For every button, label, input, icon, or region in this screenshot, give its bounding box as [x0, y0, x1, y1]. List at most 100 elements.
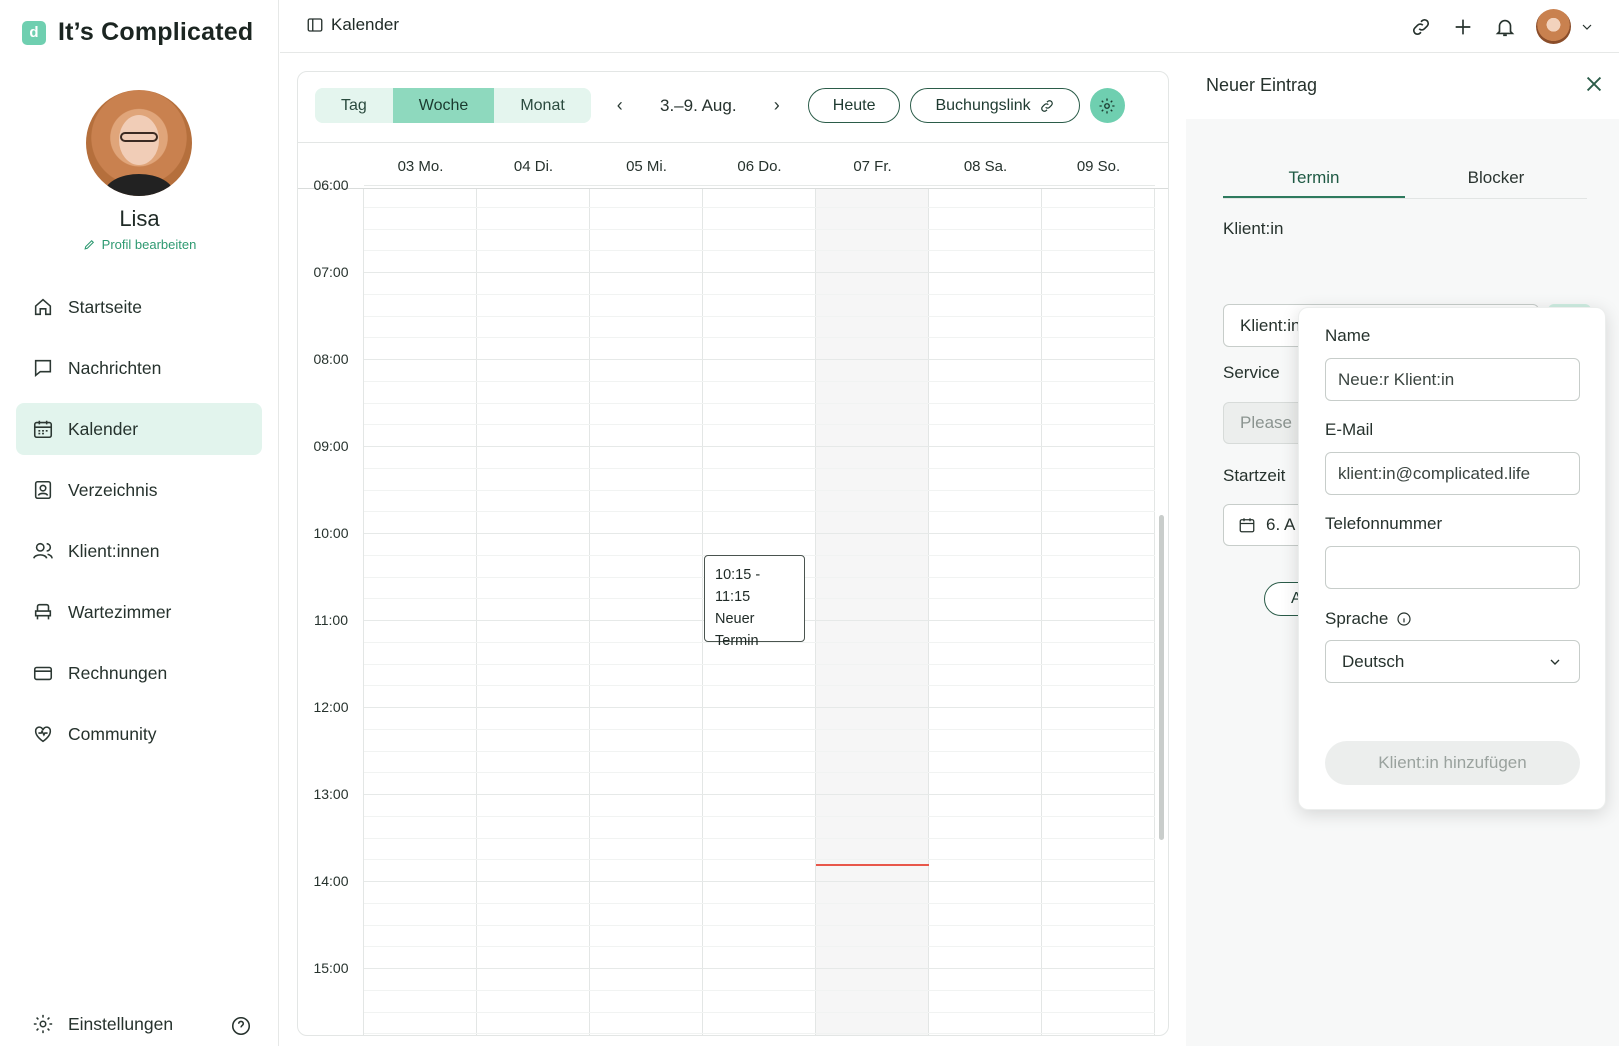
today-button[interactable]: Heute: [807, 88, 901, 123]
quarter-line: [364, 1011, 1155, 1013]
prev-week-button[interactable]: ‹: [605, 95, 635, 116]
page-title-text: Kalender: [331, 15, 400, 34]
phone-input[interactable]: [1325, 546, 1580, 589]
users-icon: [32, 540, 54, 562]
quarter-line: [364, 489, 1155, 491]
time-label: 09:00: [313, 438, 349, 454]
home-icon: [32, 296, 54, 318]
quarter-line: [364, 293, 1155, 295]
hour-line: [364, 707, 1155, 708]
day-header[interactable]: 07 Fr.: [816, 143, 929, 189]
hour-line: [364, 794, 1155, 795]
event-card[interactable]: 10:15 - 11:15 Neuer Termin: [704, 554, 805, 649]
pencil-icon: [84, 239, 94, 250]
time-label: 12:00: [313, 699, 349, 715]
start-date-value: 6. A: [1266, 515, 1296, 534]
view-monat-button[interactable]: Monat: [494, 88, 591, 123]
grid-scrollbar[interactable]: [1159, 515, 1164, 840]
nav-item-nachrichten[interactable]: Nachrichten: [16, 342, 262, 394]
settings-label: Einstellungen: [68, 1013, 174, 1034]
quarter-line: [364, 685, 1155, 687]
quarter-line: [364, 467, 1155, 469]
nav-item-verzeichnis[interactable]: Verzeichnis: [16, 464, 262, 516]
quarter-line: [364, 511, 1155, 513]
nav-item-label: Nachrichten: [68, 357, 162, 378]
close-icon[interactable]: [1583, 73, 1605, 95]
time-label: 08:00: [313, 351, 349, 367]
time-label: 06:00: [313, 177, 349, 193]
quarter-line: [364, 837, 1155, 839]
calendar-toolbar: Tag Woche Monat ‹ 3.–9. Aug. › Heute Buc…: [315, 88, 1125, 123]
booking-link-button[interactable]: Buchungslink: [910, 88, 1080, 123]
day-header[interactable]: 09 So.: [1042, 143, 1155, 189]
day-header[interactable]: 05 Mi.: [590, 143, 703, 189]
language-select[interactable]: Deutsch: [1325, 640, 1580, 683]
language-select-value: Deutsch: [1342, 651, 1405, 671]
quarter-line: [364, 750, 1155, 752]
profile-edit-label: Profil bearbeiten: [101, 237, 197, 252]
hour-line: [364, 272, 1155, 273]
day-header-row: 03 Mo. 04 Di. 05 Mi. 06 Do. 07 Fr. 08 Sa. 09 S…: [298, 143, 1168, 189]
nav-item-rechnungen[interactable]: Rechnungen: [16, 647, 262, 699]
info-icon[interactable]: [1396, 611, 1412, 627]
user-avatar[interactable]: [1536, 9, 1571, 44]
heart-icon: [32, 723, 54, 745]
main-nav: Startseite Nachrichten Kalender Verzeich…: [16, 281, 262, 769]
quarter-line: [364, 402, 1155, 404]
nav-item-klientinnen[interactable]: Klient:innen: [16, 525, 262, 577]
profile-edit-link[interactable]: Profil bearbeiten: [0, 237, 279, 252]
sidebar: d It’s Complicated Lisa Profil bearbeite…: [0, 0, 279, 1046]
view-tag-button[interactable]: Tag: [315, 88, 393, 123]
chevron-down-icon: [1550, 659, 1560, 665]
nav-item-community[interactable]: Community: [16, 708, 262, 760]
quarter-line: [364, 337, 1155, 339]
quarter-line: [364, 424, 1155, 426]
time-grid[interactable]: 06:00 07:00 08:00 09:00 10:00 11:00 12:00 13:00…: [298, 177, 1168, 1035]
card-icon: [32, 662, 54, 684]
nav-item-label: Startseite: [68, 296, 142, 317]
email-label-text: E-Mail: [1325, 420, 1374, 439]
day-header[interactable]: 03 Mo.: [364, 143, 477, 189]
brand-name: It’s Complicated: [58, 18, 254, 46]
brand-logo[interactable]: d It’s Complicated: [22, 18, 253, 47]
hour-line: [364, 881, 1155, 882]
service-label: Service: [1223, 363, 1280, 382]
nav-item-startseite[interactable]: Startseite: [16, 281, 262, 333]
nav-item-kalender[interactable]: Kalender: [16, 403, 262, 455]
nav-item-einstellungen[interactable]: Einstellungen: [32, 1013, 252, 1035]
tab-blocker[interactable]: Blocker: [1405, 159, 1587, 198]
quarter-line: [364, 989, 1155, 991]
email-input[interactable]: klient:in@complicated.life: [1325, 452, 1580, 495]
link-icon[interactable]: [1410, 16, 1432, 38]
calendar-settings-button[interactable]: [1089, 88, 1125, 123]
day-header[interactable]: 08 Sa.: [929, 143, 1042, 189]
next-week-button[interactable]: ›: [762, 95, 792, 116]
profile-avatar[interactable]: [86, 90, 192, 196]
time-label: 11:00: [314, 612, 348, 628]
hour-line: [364, 446, 1155, 447]
quarter-line: [364, 380, 1155, 382]
view-woche-button[interactable]: Woche: [392, 88, 495, 123]
nav-item-label: Kalender: [68, 418, 139, 439]
event-title-line1: Neuer: [715, 610, 755, 627]
add-client-submit-button[interactable]: Klient:in hinzufügen: [1325, 741, 1580, 785]
chevron-down-icon[interactable]: [1579, 19, 1595, 35]
hour-line: [364, 968, 1155, 969]
bell-icon[interactable]: [1494, 16, 1516, 38]
quarter-line: [364, 902, 1155, 904]
name-label: Name: [1325, 326, 1370, 346]
sidebar-toggle-icon[interactable]: [306, 16, 324, 34]
booking-link-label: Buchungslink: [935, 96, 1031, 114]
day-header[interactable]: 04 Di.: [477, 143, 590, 189]
tab-termin[interactable]: Termin: [1223, 159, 1405, 198]
nav-item-wartezimmer[interactable]: Wartezimmer: [16, 586, 262, 638]
quarter-line: [364, 728, 1155, 730]
plus-icon[interactable]: [1452, 16, 1474, 38]
nav-item-label: Klient:innen: [68, 540, 160, 561]
start-time-label: Startzeit: [1223, 466, 1286, 485]
name-input[interactable]: Neue:r Klient:in: [1325, 358, 1580, 401]
day-header[interactable]: 06 Do.: [703, 143, 816, 189]
help-icon[interactable]: [230, 1015, 252, 1042]
profile-name: Lisa: [119, 206, 160, 231]
quarter-line: [364, 859, 1155, 861]
